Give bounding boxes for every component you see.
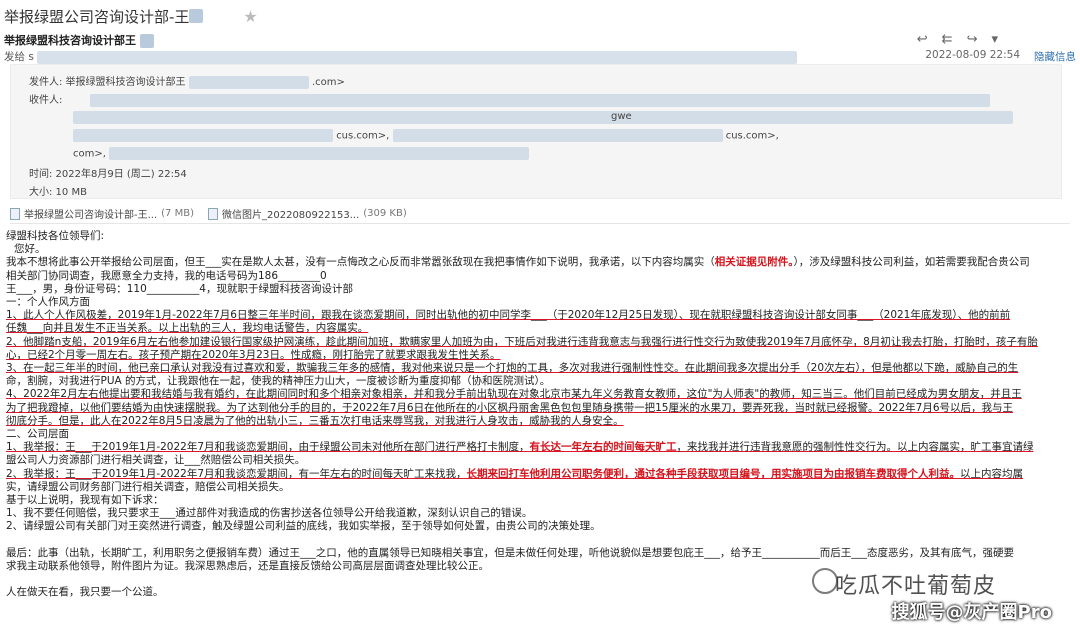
forward-icon[interactable]: ↪ [967, 32, 978, 47]
body-line: 最后：此事（出轨，长期旷工，利用职务之便报销车费）通过王___之口，他的直属领导… [6, 546, 1014, 559]
from-label: 发给 s [4, 51, 34, 63]
body-line: 任魏___向并且发生不正当关系。以上出轨的三人，我均电话警告，内容属实。 [6, 322, 369, 335]
meta-size: 大小: 10 MB [29, 187, 87, 198]
watermark-source: 搜狐号@灰产圈Pro [891, 602, 1052, 623]
body-line: 王___，男，身份证号码：110__________4，现就职于绿盟科技咨询设计… [6, 282, 353, 295]
body-line: 2、我举报：王___于2019年1月-2022年7月和我谈恋爱期间，有一年左右的… [6, 467, 1024, 480]
star-icon[interactable]: ★ [243, 7, 257, 26]
redaction [139, 34, 154, 48]
recipient-fragment: gwe [611, 111, 632, 122]
document-icon [10, 207, 20, 220]
body-line: 1、此人个人作风极差，2019年1月-2022年7月6日整三年半时间，跟我在谈恋… [6, 309, 1011, 322]
email-subject: 举报绿盟公司咨询设计部-王 [4, 7, 190, 26]
body-line: 彻底分手。但是，此人在2022年8月5日凌晨为了他的出轨小三，三番五次打电话来辱… [6, 414, 624, 427]
meta-recipients-2 [73, 111, 1013, 124]
meta-sender: 发件人: 举报绿盟科技咨询设计部王 .com> [29, 73, 345, 89]
redaction [189, 9, 204, 23]
body-line: 为了把我蹬掉，以他们要结婚为由快速摆脱我。为了达到他分手的目的，于2022年7月… [6, 401, 1014, 414]
body-line: 实，请绿盟公司财务部门进行相关调查，赔偿公司相关损失。 [6, 480, 290, 493]
body-line: 基于以上说明，我现有如下诉求： [6, 494, 164, 507]
sender-name-text: 举报绿盟科技咨询设计部王 [4, 34, 136, 47]
body-line: 我本不想将此事公开举报给公司层面，但王___实在是欺人太甚，没有一点悔改之心反而… [6, 256, 1030, 269]
attachments: 举报绿盟公司咨询设计部-王... (7 MB) 微信图片_20220809221… [10, 206, 407, 221]
email-header: 举报绿盟科技咨询设计部王 发给 s ↩ ⇇ ↪ ▾ 2022-08-09 22:… [0, 32, 1080, 64]
body-line: 您好。 [14, 243, 46, 256]
highlight-text: 相关证据见附件。 [714, 256, 794, 269]
meta-recipient-label: 收件人: [29, 95, 63, 106]
email-toolbar: ↩ ⇇ ↪ ▾ [917, 32, 998, 47]
meta-recipients-5: com>, [73, 147, 530, 160]
body-line: 2、请绿盟公司有关部门对王奕然进行调查，触及绿盟公司利益的底线，我如实举报，至于… [6, 520, 601, 533]
redaction [73, 111, 1013, 124]
recipient-fragment: cus.com>, [336, 130, 390, 142]
recipient-fragment: com>, [73, 148, 106, 160]
body-line: 盟公司人力资源部门进行相关调查，让___然赔偿公司相关损失。 [6, 454, 306, 467]
attachment-name[interactable]: 举报绿盟公司咨询设计部-王... [24, 206, 157, 221]
body-line [6, 534, 1072, 547]
body-line: 1、我不要任何赔偿，我只要求王___通过部件对我造成的伤害抄送各位领导公开给我道… [6, 507, 533, 520]
reply-icon[interactable]: ↩ [917, 32, 928, 47]
body-line: 4、2022年2月左右他提出要和我结婚与我有婚约，在此期间同时和多个相亲对象相亲… [6, 388, 1022, 401]
redaction [109, 147, 530, 160]
body-line: 二、公司层面 [6, 428, 69, 441]
body-line: 命，割腕，对我进行PUA 的方式，让我跟他在一起，使我的精神压力山大，一度被诊断… [6, 375, 551, 388]
meta-recipients-4: cus.com>, cus.com>, [73, 129, 779, 142]
hide-details-link[interactable]: 隐藏信息 [1034, 49, 1076, 64]
body-line: 绿盟科技各位领导们: [6, 230, 105, 242]
meta-sender-email: .com> [311, 77, 345, 88]
redaction [73, 129, 333, 142]
highlight-text: 长期来回打车他利用公司职务便利，通过各种手段获取项目编号，用实施项目为由报销车费… [466, 467, 961, 480]
body-line: 心，已经2个月零一周左右。孩子预产期在2020年3月23日。性成瘾，刚打胎完了就… [6, 348, 501, 361]
recipient-fragment: cus.com>, [725, 130, 779, 142]
attachment-size: (309 KB) [363, 208, 407, 219]
meta-sender-label: 发件人: 举报绿盟科技咨询设计部王 [29, 77, 186, 88]
body-line: 1、我举报：王___于2019年1月-2022年7月和我谈恋爱期间，由于绿盟公司… [6, 441, 1034, 454]
watermark: 吃瓜不吐葡萄皮 [834, 574, 996, 599]
email-date: 2022-08-09 22:54 [925, 49, 1020, 61]
email-body: 绿盟科技各位领导们: 您好。 我本不想将此事公开举报给公司层面，但王___实在是… [6, 230, 1072, 600]
meta-recipients-3: gwe [611, 111, 632, 122]
body-line: 一：个人作风方面 [6, 296, 90, 309]
body-line: 3、在一起三年半的时间，他已亲口承认对我没有过喜欢和爱，欺骗我三年多的感情，我对… [6, 362, 1019, 375]
email-meta: 发件人: 举报绿盟科技咨询设计部王 .com> 收件人: gwe cus.com… [10, 64, 1062, 199]
highlight-text: 有长达一年左右的时间每天旷工 [529, 441, 677, 454]
attachment-size: (7 MB) [161, 208, 194, 219]
redaction [188, 75, 309, 89]
redaction [37, 50, 798, 64]
divider [10, 223, 1070, 224]
redaction [89, 93, 990, 107]
body-line: 2、他脚踏n支船，2019年6月左右他参加建设银行国家级护网演练，趁此期间加班，… [6, 335, 1038, 348]
meta-recipients: 收件人: [29, 91, 990, 107]
sender-name[interactable]: 举报绿盟科技咨询设计部王 [4, 32, 154, 48]
body-line: 相关部门协同调查，我愿意全力支持，我的电话号码为186________0 [6, 269, 327, 282]
image-icon [208, 207, 218, 220]
subject-bar: 举报绿盟公司咨询设计部-王 ★ [0, 0, 1080, 32]
redaction [392, 129, 723, 142]
attachment-name[interactable]: 微信图片_2022080922153... [222, 206, 359, 221]
from-line: 发给 s [4, 49, 798, 64]
reply-all-icon[interactable]: ⇇ [942, 32, 953, 47]
more-icon[interactable]: ▾ [991, 32, 998, 47]
meta-time: 时间: 2022年8月9日 (周二) 22:54 [29, 169, 187, 180]
